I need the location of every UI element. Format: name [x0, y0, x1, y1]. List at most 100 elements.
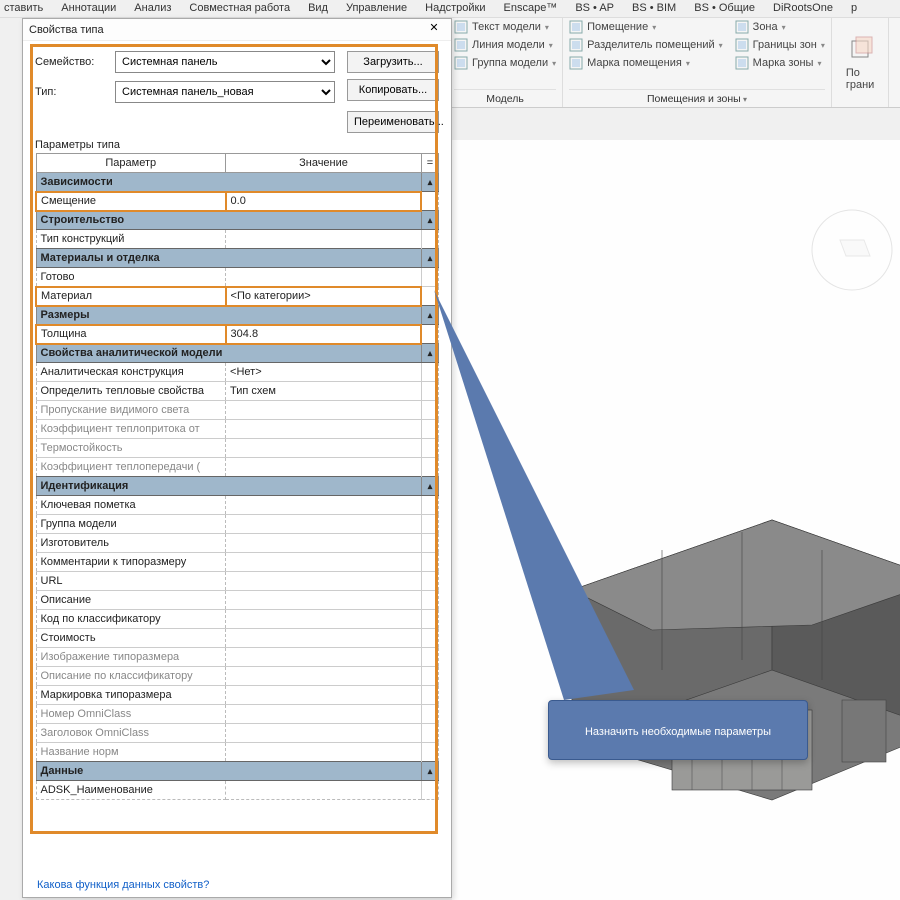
- ribbon-item[interactable]: Марка зоны ▾: [735, 56, 825, 70]
- ribbon-tab[interactable]: p: [851, 0, 857, 17]
- collapse-icon[interactable]: ▴: [421, 173, 438, 192]
- param-name[interactable]: Комментарии к типоразмеру: [36, 553, 226, 572]
- type-select[interactable]: Системная панель_новая: [115, 81, 335, 103]
- param-value[interactable]: [226, 572, 422, 591]
- rename-button[interactable]: Переименовать...: [347, 111, 439, 133]
- param-value[interactable]: [226, 230, 422, 249]
- ribbon-item[interactable]: Текст модели ▾: [454, 20, 556, 34]
- param-eq[interactable]: [421, 591, 438, 610]
- param-name[interactable]: Коэффициент теплопритока от: [36, 420, 226, 439]
- ribbon-tab[interactable]: Enscape™: [504, 0, 558, 17]
- param-name[interactable]: Материал: [36, 287, 226, 306]
- ribbon-tab[interactable]: Анализ: [134, 0, 171, 17]
- param-value[interactable]: [226, 268, 422, 287]
- ribbon-tab[interactable]: Совместная работа: [189, 0, 290, 17]
- param-value[interactable]: <По категории>: [226, 287, 422, 306]
- ribbon-tab[interactable]: BS • AP: [575, 0, 614, 17]
- ribbon-tab[interactable]: DiRootsOne: [773, 0, 833, 17]
- ribbon-item[interactable]: Линия модели ▾: [454, 38, 556, 52]
- ribbon-item[interactable]: Границы зон ▾: [735, 38, 825, 52]
- ribbon-tab[interactable]: ставить: [4, 0, 43, 17]
- param-name[interactable]: Смещение: [36, 192, 226, 211]
- help-link[interactable]: Какова функция данных свойств?: [23, 873, 451, 897]
- param-value[interactable]: [226, 496, 422, 515]
- param-group[interactable]: Идентификация: [36, 477, 421, 496]
- param-eq[interactable]: [421, 401, 438, 420]
- param-value[interactable]: [226, 553, 422, 572]
- param-group[interactable]: Строительство: [36, 211, 421, 230]
- panel-rooms-title[interactable]: Помещения и зоны: [569, 89, 825, 105]
- param-eq[interactable]: [421, 743, 438, 762]
- param-value[interactable]: [226, 401, 422, 420]
- param-eq[interactable]: [421, 192, 438, 211]
- param-name[interactable]: Группа модели: [36, 515, 226, 534]
- param-eq[interactable]: [421, 629, 438, 648]
- param-value[interactable]: [226, 743, 422, 762]
- param-eq[interactable]: [421, 534, 438, 553]
- param-name[interactable]: Тип конструкций: [36, 230, 226, 249]
- param-eq[interactable]: [421, 268, 438, 287]
- param-value[interactable]: <Нет>: [226, 363, 422, 382]
- ribbon-item[interactable]: Разделитель помещений ▾: [569, 38, 723, 52]
- param-value[interactable]: [226, 781, 422, 800]
- param-name[interactable]: Ключевая пометка: [36, 496, 226, 515]
- collapse-icon[interactable]: ▴: [421, 477, 438, 496]
- param-value[interactable]: [226, 686, 422, 705]
- param-name[interactable]: Пропускание видимого света: [36, 401, 226, 420]
- param-eq[interactable]: [421, 230, 438, 249]
- copy-button[interactable]: Копировать...: [347, 79, 439, 101]
- ribbon-tab[interactable]: BS • BIM: [632, 0, 676, 17]
- param-eq[interactable]: [421, 363, 438, 382]
- ribbon-item[interactable]: Помещение ▾: [569, 20, 723, 34]
- param-group[interactable]: Размеры: [36, 306, 421, 325]
- panel-face-button[interactable]: По грани: [838, 20, 882, 105]
- param-value[interactable]: [226, 591, 422, 610]
- param-value[interactable]: [226, 629, 422, 648]
- param-group[interactable]: Свойства аналитической модели: [36, 344, 421, 363]
- param-eq[interactable]: [421, 610, 438, 629]
- param-value[interactable]: [226, 610, 422, 629]
- param-name[interactable]: Заголовок OmniClass: [36, 724, 226, 743]
- collapse-icon[interactable]: ▴: [421, 211, 438, 230]
- param-name[interactable]: Маркировка типоразмера: [36, 686, 226, 705]
- param-value[interactable]: [226, 439, 422, 458]
- param-eq[interactable]: [421, 667, 438, 686]
- param-name[interactable]: Термостойкость: [36, 439, 226, 458]
- param-name[interactable]: Изготовитель: [36, 534, 226, 553]
- load-button[interactable]: Загрузить...: [347, 51, 439, 73]
- param-group[interactable]: Зависимости: [36, 173, 421, 192]
- param-eq[interactable]: [421, 496, 438, 515]
- ribbon-item[interactable]: Группа модели ▾: [454, 56, 556, 70]
- param-name[interactable]: Аналитическая конструкция: [36, 363, 226, 382]
- param-group[interactable]: Материалы и отделка: [36, 249, 421, 268]
- param-eq[interactable]: [421, 382, 438, 401]
- collapse-icon[interactable]: ▴: [421, 249, 438, 268]
- ribbon-tab[interactable]: Вид: [308, 0, 328, 17]
- param-group[interactable]: Данные: [36, 762, 421, 781]
- param-eq[interactable]: [421, 439, 438, 458]
- param-eq[interactable]: [421, 572, 438, 591]
- family-select[interactable]: Системная панель: [115, 51, 335, 73]
- param-name[interactable]: Название норм: [36, 743, 226, 762]
- ribbon-tab[interactable]: BS • Общие: [694, 0, 755, 17]
- param-name[interactable]: Коэффициент теплопередачи (: [36, 458, 226, 477]
- ribbon-item[interactable]: Зона ▾: [735, 20, 825, 34]
- param-value[interactable]: [226, 420, 422, 439]
- param-value[interactable]: [226, 534, 422, 553]
- param-name[interactable]: Описание по классификатору: [36, 667, 226, 686]
- ribbon-tab[interactable]: Управление: [346, 0, 407, 17]
- param-value[interactable]: Тип схем: [226, 382, 422, 401]
- param-value[interactable]: [226, 724, 422, 743]
- param-name[interactable]: Изображение типоразмера: [36, 648, 226, 667]
- ribbon-tab[interactable]: Аннотации: [61, 0, 116, 17]
- param-name[interactable]: Определить тепловые свойства: [36, 382, 226, 401]
- param-name[interactable]: Код по классификатору: [36, 610, 226, 629]
- param-value[interactable]: [226, 667, 422, 686]
- param-eq[interactable]: [421, 781, 438, 800]
- param-eq[interactable]: [421, 648, 438, 667]
- param-value[interactable]: [226, 458, 422, 477]
- ribbon-item[interactable]: Марка помещения ▾: [569, 56, 723, 70]
- param-name[interactable]: Стоимость: [36, 629, 226, 648]
- viewport-3d[interactable]: [452, 140, 900, 900]
- collapse-icon[interactable]: ▴: [421, 344, 438, 363]
